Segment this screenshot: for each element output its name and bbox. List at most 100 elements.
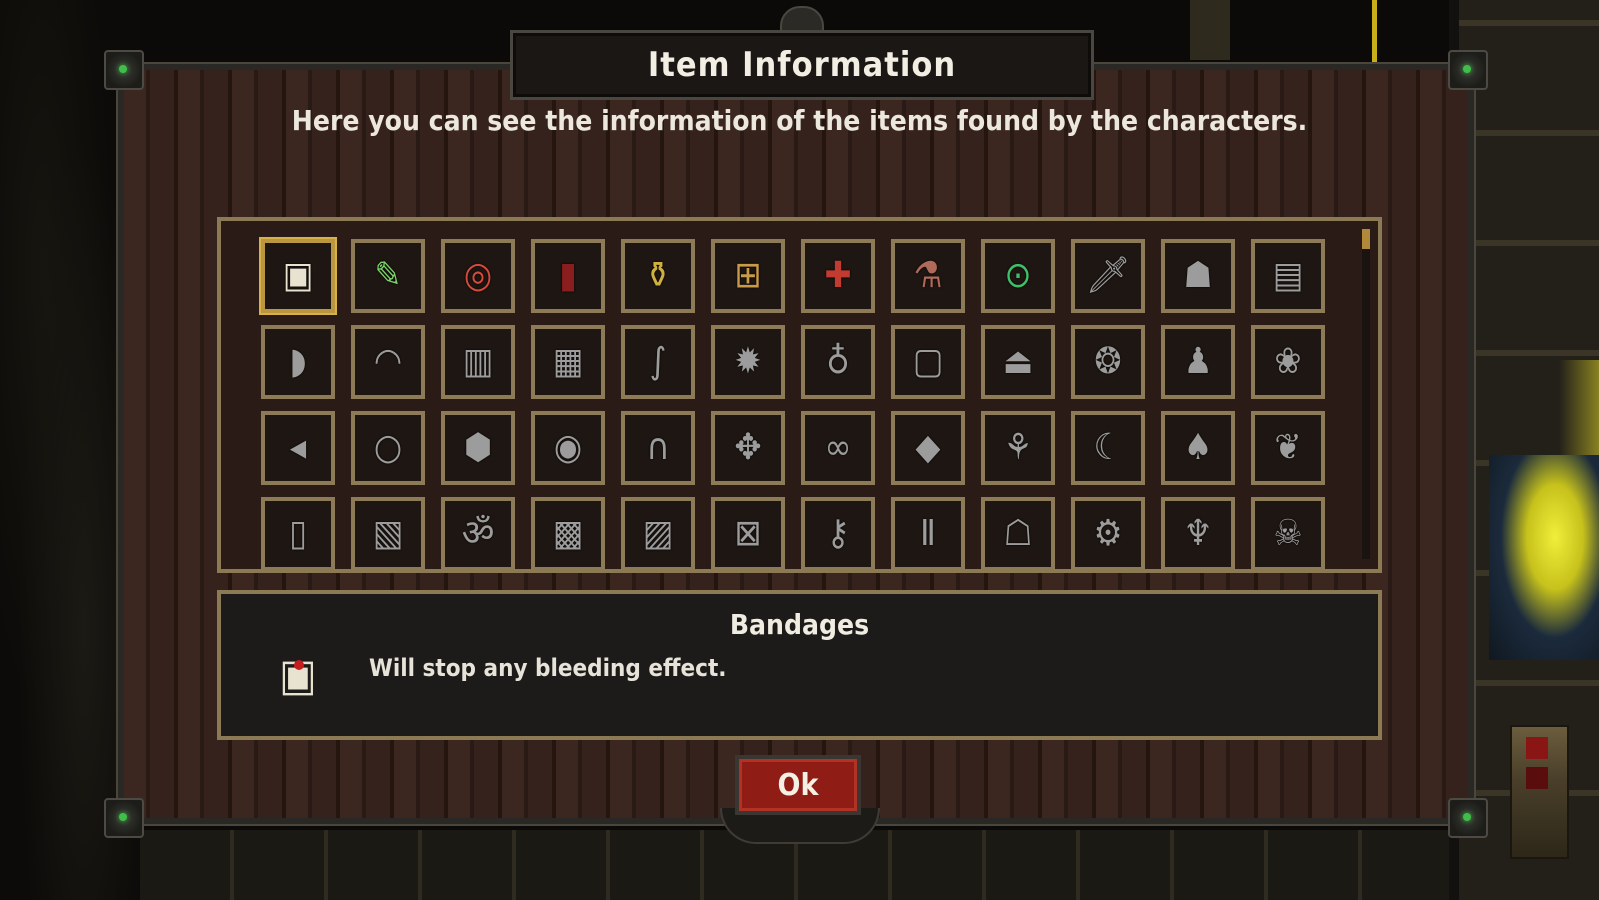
bandages-icon: ▣ <box>282 255 314 296</box>
selected-item-name: Bandages <box>729 608 870 641</box>
item-slot[interactable]: ▢ <box>891 325 965 399</box>
item-slot[interactable]: ▦ <box>531 325 605 399</box>
item-detail-panel: Bandages ▣ Will stop any bleeding effect… <box>217 590 1382 740</box>
vial-icon: ▯ <box>289 513 307 554</box>
fish-icon: ◂ <box>289 427 307 468</box>
item-slot[interactable]: ⚱ <box>621 239 695 313</box>
item-slot[interactable]: ♁ <box>801 325 875 399</box>
item-slot[interactable]: ⊠ <box>711 497 785 569</box>
dagger-icon: 🗡 <box>1085 255 1131 296</box>
item-slot[interactable]: ⚷ <box>801 497 875 569</box>
eye-orb-icon: ◉ <box>553 427 583 468</box>
item-slot[interactable]: ✚ <box>801 239 875 313</box>
rock-icon: ⬢ <box>463 427 493 468</box>
dialog-title: Item Information <box>510 30 1094 100</box>
item-slot[interactable]: ◗ <box>261 325 335 399</box>
item-slot[interactable]: ▥ <box>441 325 515 399</box>
item-slot[interactable]: Ⅱ <box>891 497 965 569</box>
scrollbar-thumb[interactable] <box>1362 229 1370 249</box>
item-slot[interactable]: ○ <box>351 411 425 485</box>
item-slot[interactable]: ∫ <box>621 325 695 399</box>
background-yellow-pipe <box>1372 0 1377 62</box>
item-slot[interactable]: ▨ <box>621 497 695 569</box>
box-icon: ▧ <box>372 513 404 554</box>
target-icon: ◎ <box>463 255 493 296</box>
item-slot[interactable]: ♟ <box>1161 325 1235 399</box>
item-slot[interactable]: ⚘ <box>981 411 1055 485</box>
background-torch <box>1190 0 1230 60</box>
vest-icon: ▦ <box>552 341 584 382</box>
blossom-icon: ❀ <box>1274 341 1302 382</box>
camera-icon: ▨ <box>642 513 674 554</box>
syringe-knife-icon: ✎ <box>374 255 402 296</box>
feather-icon: ∫ <box>649 341 667 382</box>
spray-bottle-icon: ⚱ <box>644 255 672 296</box>
item-slot[interactable]: ❀ <box>1251 325 1325 399</box>
bandages-icon: ▣ <box>263 650 333 701</box>
pendant-icon: ♆ <box>1183 513 1213 554</box>
item-slot[interactable]: ⚙ <box>1071 497 1145 569</box>
trousers-icon: Ⅱ <box>920 513 936 554</box>
bust-icon: ☗ <box>1183 255 1213 296</box>
medkit-bag-icon: ⊞ <box>734 255 762 296</box>
item-grid: ▣ ✎ ◎ ▮ ⚱ ⊞ ✚ ⚗ ⊙ 🗡 ☗ ▤ ◗ ◠ ▥ ▦ ∫ ✹ ♁ ▢ ⏏ ❂ ♟ ❀ ◂ ○ ⬢ ◉ ∩ ✥ ∞ ◆ ⚘ ☾ ♠ ❦ ▯ ▧ ॐ ▩… <box>261 239 1325 569</box>
ok-button[interactable]: Ok <box>735 755 861 815</box>
item-slot[interactable]: ◠ <box>351 325 425 399</box>
helmet-icon: ◗ <box>289 341 307 382</box>
corner-gem-icon <box>104 50 144 90</box>
item-slot[interactable]: ☗ <box>1161 239 1235 313</box>
item-slot[interactable]: ⊙ <box>981 239 1055 313</box>
item-slot[interactable]: ✥ <box>711 411 785 485</box>
fabric-icon: ▤ <box>1272 255 1304 296</box>
item-slot[interactable]: ▣ <box>261 239 335 313</box>
item-slot[interactable]: ▧ <box>351 497 425 569</box>
sun-badge-icon: ✹ <box>734 341 762 382</box>
amulet-icon: ♁ <box>826 341 850 382</box>
crystals-icon: ◆ <box>915 427 941 468</box>
item-slot[interactable]: ∩ <box>621 411 695 485</box>
item-grid-scrollbar[interactable] <box>1362 229 1370 559</box>
item-slot[interactable]: ⏏ <box>981 325 1055 399</box>
item-slot[interactable]: ▯ <box>261 497 335 569</box>
red-stick-icon: ▮ <box>559 255 577 296</box>
item-slot[interactable]: ☾ <box>1071 411 1145 485</box>
picture-frame-icon: ▢ <box>912 341 944 382</box>
item-slot[interactable]: 🗡 <box>1071 239 1145 313</box>
item-slot[interactable]: ∞ <box>801 411 875 485</box>
item-slot[interactable]: ❂ <box>1071 325 1145 399</box>
machine-icon: ⊠ <box>734 513 762 554</box>
item-slot[interactable]: ⚗ <box>891 239 965 313</box>
item-slot[interactable]: ♆ <box>1161 497 1235 569</box>
item-slot[interactable]: ▮ <box>531 239 605 313</box>
item-slot[interactable]: ▤ <box>1251 239 1325 313</box>
item-slot[interactable]: ◎ <box>441 239 515 313</box>
jacket-icon: ▥ <box>462 341 494 382</box>
sack-icon: ♟ <box>1183 341 1213 382</box>
skull-bones-icon: ☠ <box>1273 513 1303 554</box>
item-slot[interactable]: ♠ <box>1161 411 1235 485</box>
selected-item-description: Will stop any bleeding effect. <box>369 654 727 682</box>
item-slot[interactable]: ✹ <box>711 325 785 399</box>
item-slot[interactable]: ⊞ <box>711 239 785 313</box>
item-slot[interactable]: ☠ <box>1251 497 1325 569</box>
item-slot[interactable]: ▩ <box>531 497 605 569</box>
bottle-pack-icon: ⚗ <box>913 255 943 296</box>
item-slot[interactable]: ◉ <box>531 411 605 485</box>
item-slot[interactable]: ॐ <box>441 497 515 569</box>
item-slot[interactable]: ✎ <box>351 239 425 313</box>
item-slot[interactable]: ❦ <box>1251 411 1325 485</box>
green-gadget-icon: ⊙ <box>1004 255 1032 296</box>
shell-icon: ❂ <box>1094 341 1122 382</box>
coat-icon: ☖ <box>1003 513 1033 554</box>
item-slot[interactable]: ☖ <box>981 497 1055 569</box>
ring-icon: ○ <box>373 427 403 468</box>
lamp-icon: ♠ <box>1183 427 1213 468</box>
key-tool-icon: ⚷ <box>826 513 850 554</box>
item-slot[interactable]: ⬢ <box>441 411 515 485</box>
gear-ring-icon: ⚙ <box>1093 513 1123 554</box>
speaker-icon: ▩ <box>552 513 584 554</box>
first-aid-kit-icon: ✚ <box>824 255 852 296</box>
fang-icon: ☾ <box>1093 427 1123 468</box>
item-slot[interactable]: ◂ <box>261 411 335 485</box>
item-slot[interactable]: ◆ <box>891 411 965 485</box>
